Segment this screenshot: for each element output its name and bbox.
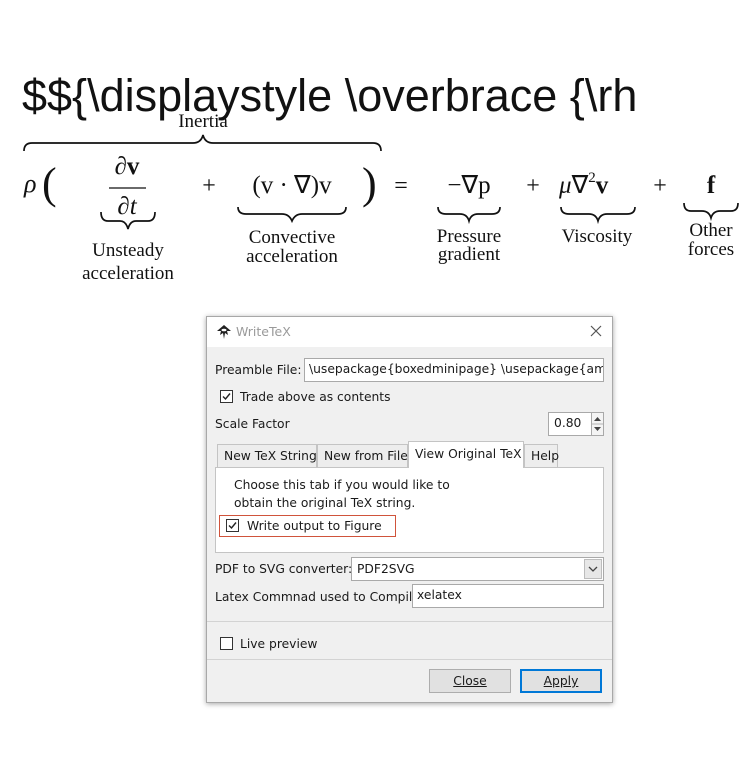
scale-factor-value: 0.80 (554, 416, 582, 430)
plus-sign: + (526, 173, 540, 199)
write-output-checkbox[interactable] (226, 519, 239, 532)
dialog-title: WriteTeX (236, 324, 291, 339)
tab-help[interactable]: Help (524, 444, 559, 467)
inkscape-icon (217, 325, 231, 339)
converter-value: PDF2SVG (357, 562, 415, 576)
preamble-file-label: Preamble File: (215, 363, 302, 377)
viscosity-term: μ∇2v (558, 170, 609, 199)
converter-label: PDF to SVG converter: (215, 562, 353, 576)
dropdown-button[interactable] (584, 559, 602, 579)
tab-panel: Choose this tab if you would like to obt… (215, 467, 604, 553)
tab-view-original-tex[interactable]: View Original TeX (408, 441, 524, 468)
checkmark-icon (222, 393, 231, 401)
scale-factor-label: Scale Factor (215, 417, 290, 431)
other-forces-label-line2: forces (688, 239, 734, 260)
chevron-down-icon (588, 566, 598, 572)
plus-sign: + (202, 173, 216, 199)
close-button-label: Close (453, 674, 487, 688)
close-button[interactable]: Close (429, 669, 511, 693)
unsteady-label-line1: Unsteady (92, 240, 164, 261)
pressure-label-line2: gradient (438, 244, 501, 265)
inertia-label: Inertia (178, 111, 228, 132)
inertia-overbrace (23, 134, 382, 152)
spin-arrows[interactable] (591, 413, 603, 435)
tab-new-from-file[interactable]: New from File (317, 444, 408, 467)
checkmark-icon (228, 522, 237, 530)
close-icon[interactable] (589, 324, 603, 338)
force-term: f (707, 172, 716, 199)
tab-description-line2: obtain the original TeX string. (234, 496, 416, 510)
separator (207, 659, 612, 660)
preamble-file-input[interactable]: \usepackage{boxedminipage} \usepackage{a… (304, 358, 604, 382)
live-preview-checkbox[interactable] (220, 637, 233, 650)
tab-new-tex-string[interactable]: New TeX String (217, 444, 317, 467)
unsteady-label-line2: acceleration (82, 263, 174, 283)
apply-button[interactable]: Apply (520, 669, 602, 693)
live-preview-label: Live preview (240, 637, 318, 651)
latex-command-label: Latex Commnad used to Compile (215, 590, 420, 604)
writetex-dialog: WriteTeX Preamble File: \usepackage{boxe… (206, 316, 613, 703)
viscosity-label: Viscosity (562, 226, 633, 247)
convective-underbrace (237, 206, 347, 224)
right-paren: ) (362, 159, 377, 208)
convective-label-line2: acceleration (246, 246, 338, 267)
partial-t: ∂t (117, 193, 137, 220)
equals-sign: = (394, 173, 408, 199)
spin-arrow-icon (592, 417, 603, 431)
plus-sign: + (653, 173, 667, 199)
convective-label-line1: Convective (249, 227, 336, 248)
navier-stokes-equation: Inertia ρ ( ∂v ∂t Unsteady acceleration … (23, 111, 739, 283)
write-output-label: Write output to Figure (247, 519, 382, 533)
rho-symbol: ρ (23, 169, 36, 198)
latex-command-input[interactable]: xelatex (412, 584, 604, 608)
other-forces-label-line1: Other (689, 220, 733, 241)
pressure-term: −∇p (447, 172, 490, 199)
convective-term: (v · ∇)v (252, 172, 332, 199)
force-underbrace (683, 202, 739, 222)
trade-contents-label: Trade above as contents (240, 390, 391, 404)
apply-button-label: Apply (543, 674, 579, 688)
partial-v: ∂v (115, 153, 140, 180)
left-paren: ( (42, 159, 57, 208)
pressure-underbrace (437, 206, 501, 225)
scale-factor-spinbox[interactable]: 0.80 (548, 412, 604, 436)
viscosity-underbrace (560, 206, 636, 225)
converter-select[interactable]: PDF2SVG (351, 557, 604, 581)
tab-description-line1: Choose this tab if you would like to (234, 478, 450, 492)
separator (207, 621, 612, 622)
title-bar: WriteTeX (207, 317, 612, 347)
trade-contents-checkbox[interactable] (220, 390, 233, 403)
